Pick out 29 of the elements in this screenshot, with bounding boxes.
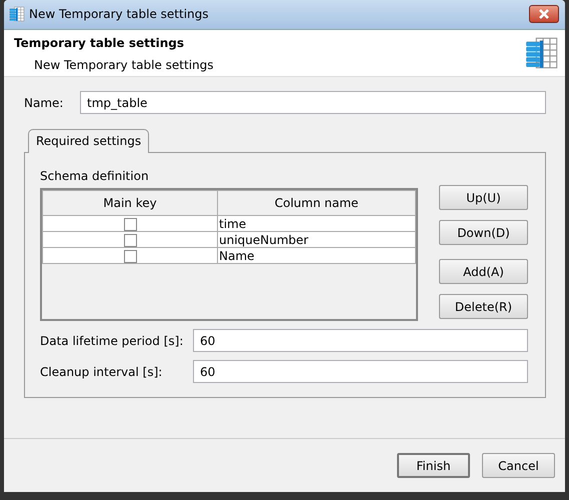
table-cell: time xyxy=(218,216,416,232)
button[interactable]: Finish xyxy=(397,453,470,478)
input-field[interactable]: 60 xyxy=(193,360,528,384)
table-cell: Name xyxy=(218,248,416,264)
input-field[interactable]: 60 xyxy=(193,329,528,352)
header-title: Temporary table settings xyxy=(14,36,185,50)
table-icon xyxy=(525,36,559,70)
window-title: New Temporary table settings xyxy=(29,7,210,22)
section-label: Schema definition xyxy=(40,169,150,184)
name-field[interactable]: tmp_table xyxy=(80,91,546,114)
checkbox[interactable] xyxy=(124,250,136,264)
button[interactable]: Up(U) xyxy=(439,185,528,210)
header-subtitle: New Temporary table settings xyxy=(34,58,214,72)
close-button[interactable] xyxy=(529,5,559,24)
button[interactable]: Add(A) xyxy=(439,259,528,284)
button[interactable]: Delete(R) xyxy=(439,294,528,320)
button[interactable]: Down(D) xyxy=(439,220,528,246)
field-label: Cleanup interval [s]: xyxy=(40,364,164,379)
table-icon xyxy=(9,6,25,22)
close-icon xyxy=(538,9,550,20)
column-header[interactable]: Column name xyxy=(218,190,416,216)
checkbox[interactable] xyxy=(124,218,136,232)
field-label: Data lifetime period [s]: xyxy=(40,334,184,348)
table-cell: uniqueNumber xyxy=(218,232,416,248)
field-label: Name: xyxy=(24,96,64,110)
checkbox[interactable] xyxy=(124,234,136,248)
tab[interactable]: Required settings xyxy=(28,129,150,154)
column-header[interactable]: Main key xyxy=(42,190,218,216)
button[interactable]: Cancel xyxy=(482,453,555,478)
